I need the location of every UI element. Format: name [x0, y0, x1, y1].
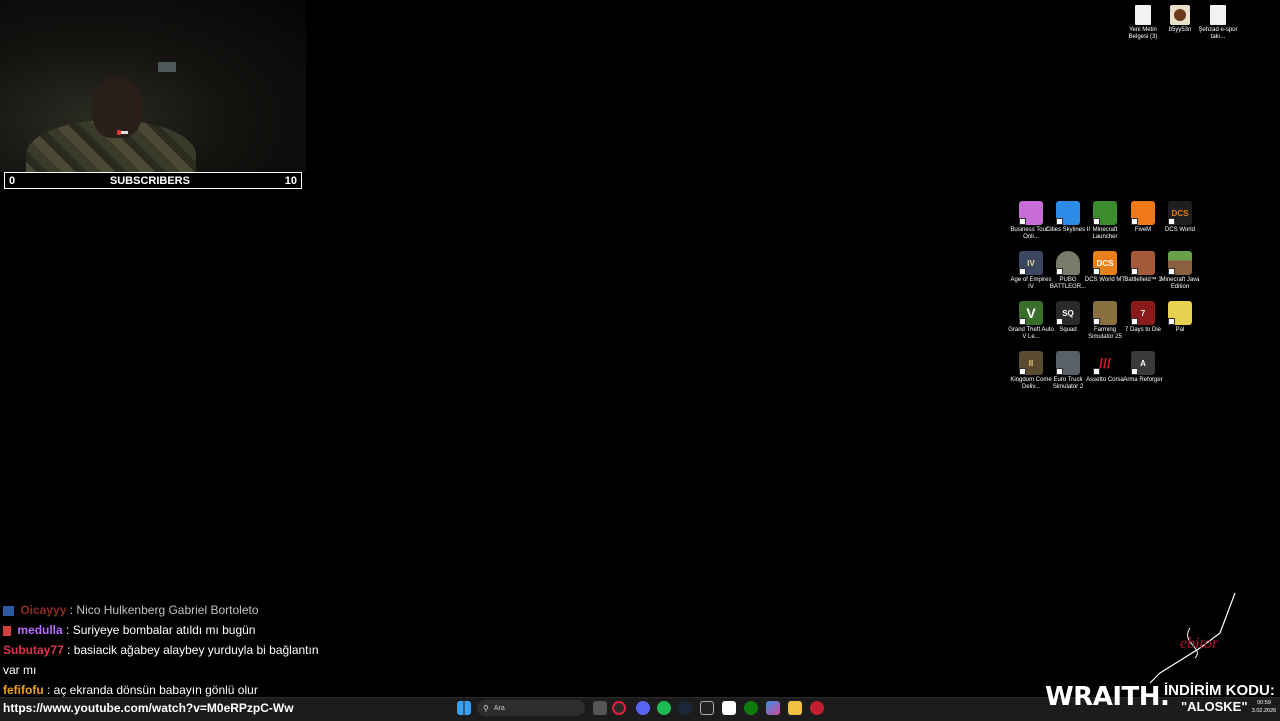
dcs-icon: DCS: [1093, 251, 1117, 275]
opera-gx-icon[interactable]: [612, 701, 626, 715]
subscriber-goal: 10: [284, 174, 297, 187]
squad-icon: SQ: [1056, 301, 1080, 325]
badge-icon: [3, 625, 11, 636]
discord-icon[interactable]: [636, 701, 650, 715]
cigarette-tip: [117, 130, 121, 135]
arma-reforger-icon: A: [1131, 351, 1155, 375]
sponsor-brand: WRAITH.: [1045, 682, 1170, 712]
desktop-icon-minecraft-java[interactable]: Minecraft Java Edition: [1157, 251, 1203, 291]
pal-icon: [1168, 301, 1192, 325]
battlefield-icon: [1131, 251, 1155, 275]
webcam-feed: [0, 0, 306, 172]
desktop-icon-pal[interactable]: Pal: [1157, 301, 1203, 334]
windows-start-icon[interactable]: [457, 701, 471, 715]
cities-skylines-icon: [1056, 201, 1080, 225]
desktop-icon-sehzad[interactable]: Şehzad e-spor takı...: [1195, 5, 1241, 41]
steam-icon[interactable]: [678, 701, 692, 715]
minecraft-grass-icon: [1168, 251, 1192, 275]
fivem-icon: [1131, 201, 1155, 225]
farming-simulator-icon: [1093, 301, 1117, 325]
kingdom-come-icon: II: [1019, 351, 1043, 375]
avatar-icon: [1170, 5, 1190, 25]
search-icon: ⚲: [483, 703, 489, 713]
discount-code: "ALOSKE": [1181, 699, 1248, 714]
minecraft-creeper-icon: [1093, 201, 1117, 225]
age-of-empires-icon: IV: [1019, 251, 1043, 275]
text-document-icon: [1135, 5, 1151, 25]
seven-days-icon: 7: [1131, 301, 1155, 325]
svg-text:ebitor: ebitor: [1180, 635, 1219, 652]
subscriber-count: 0: [9, 174, 16, 187]
chat-message: Subutay77 : basiacik ağabey alaybey yurd…: [3, 640, 333, 680]
text-document-icon: [1210, 5, 1226, 25]
xbox-icon[interactable]: [744, 701, 758, 715]
search-placeholder: Ara: [493, 704, 505, 712]
streamer-head: [92, 78, 142, 138]
chat-message: medulla : Suriyeye bombalar atıldı mı bu…: [3, 620, 333, 640]
business-tour-icon: [1019, 201, 1043, 225]
chat-text: : Nico Hulkenberg Gabriel Bortoleto: [69, 603, 259, 617]
chat-username: medulla: [17, 623, 63, 637]
desktop-icon-dcs-world[interactable]: DCS DCS World: [1157, 201, 1203, 234]
badge-icon: [3, 605, 14, 616]
taskbar-clock[interactable]: 00:59 3.02.2026: [1248, 699, 1280, 715]
euro-truck-icon: [1056, 351, 1080, 375]
task-view-icon[interactable]: [593, 701, 607, 715]
subscriber-goal-bar: 0 SUBSCRIBERS 10: [4, 172, 302, 189]
discount-label: İNDİRİM KODU:: [1164, 682, 1275, 699]
chat-overlay: Oicayyy : Nico Hulkenberg Gabriel Bortol…: [3, 600, 333, 700]
clock-date: 3.02.2026: [1251, 708, 1277, 714]
gta-v-icon: V: [1019, 301, 1043, 325]
game-app-icon[interactable]: [810, 701, 824, 715]
chat-message: Oicayyy : Nico Hulkenberg Gabriel Bortol…: [3, 600, 333, 620]
chat-username: fefifofu: [3, 683, 44, 697]
chat-username: Oicayyy: [20, 603, 67, 617]
capcut-icon[interactable]: [722, 701, 736, 715]
subscriber-label: SUBSCRIBERS: [109, 174, 190, 187]
chat-text: : aç ekranda dönsün babayın gönlü olur: [47, 683, 258, 697]
epic-games-icon[interactable]: [700, 701, 714, 715]
clock-time: 00:59: [1257, 700, 1271, 706]
dcs-icon: DCS: [1168, 201, 1192, 225]
assetto-corsa-icon: ///: [1093, 351, 1117, 375]
background-object: [158, 62, 176, 72]
copilot-icon[interactable]: [766, 701, 780, 715]
desktop-icon-arma-reforger[interactable]: A Arma Reforger: [1120, 351, 1166, 384]
pubg-helmet-icon: [1056, 251, 1080, 275]
file-explorer-icon[interactable]: [788, 701, 802, 715]
taskbar-search-box[interactable]: ⚲ Ara: [477, 700, 585, 716]
chat-username: Subutay77: [3, 643, 64, 657]
spotify-icon[interactable]: [657, 701, 671, 715]
chat-text: : Suriyeye bombalar atıldı mı bugün: [66, 623, 256, 637]
youtube-url-overlay: https://www.youtube.com/watch?v=M0eRPzpC…: [3, 701, 294, 715]
